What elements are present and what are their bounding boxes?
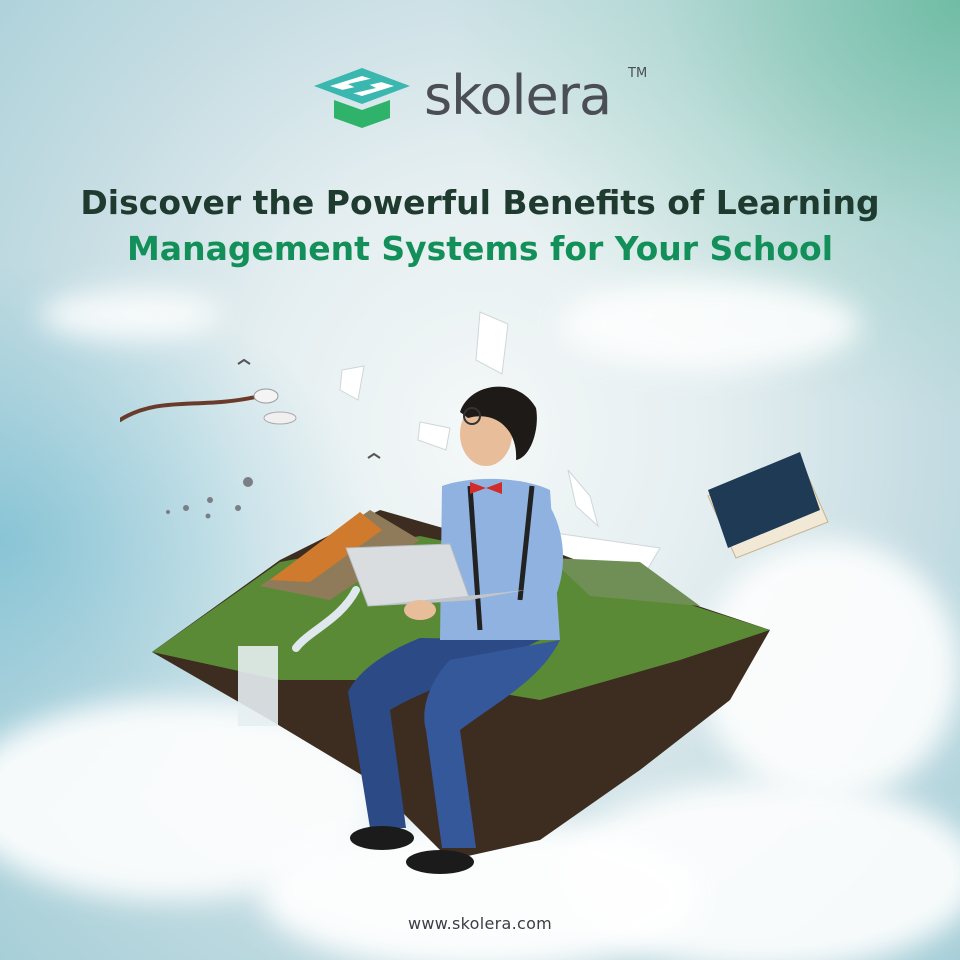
brand-wordmark: skolera (424, 64, 612, 127)
paper-icon (339, 365, 365, 401)
book-icon (707, 452, 829, 559)
headline-line-1: Discover the Powerful Benefits of Learni… (80, 183, 880, 222)
saucer-icon (263, 411, 297, 425)
laptop-icon (345, 543, 471, 607)
shoe (406, 850, 474, 874)
cup-icon (253, 388, 279, 404)
trademark-mark: TM (628, 66, 648, 81)
promo-banner: skolera TM Discover the Powerful Benefit… (0, 0, 960, 960)
headline-line-2: Management Systems for Your School (126, 229, 834, 268)
brand-logo: skolera TM (312, 62, 652, 134)
paper-icon (567, 469, 599, 528)
floating-island-illustration (120, 311, 829, 874)
paper-icon (417, 421, 451, 451)
paper-icon (475, 311, 509, 375)
website-url[interactable]: www.skolera.com (0, 914, 960, 933)
headline: Discover the Powerful Benefits of Learni… (0, 180, 960, 272)
waterfall (238, 646, 278, 726)
graduation-cap-logo-icon (314, 68, 410, 128)
shoe (350, 826, 414, 850)
hot-air-balloons-icon (166, 477, 253, 519)
coffee-splash (120, 394, 262, 422)
